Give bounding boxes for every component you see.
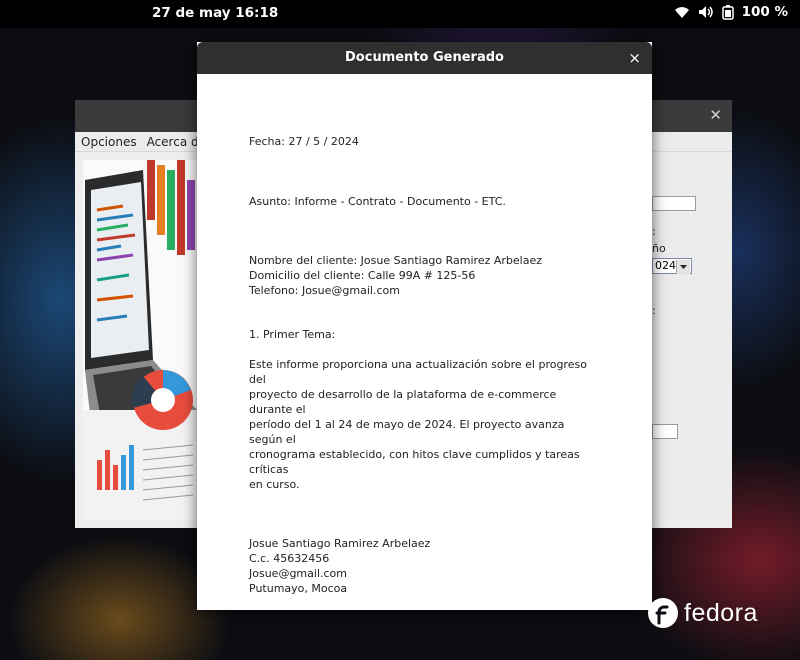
menu-opciones[interactable]: Opciones xyxy=(81,135,137,149)
system-tray[interactable]: 100 % xyxy=(674,4,788,20)
document-body: Fecha: 27 / 5 / 2024 Asunto: Informe - C… xyxy=(249,134,589,596)
signature-block: Josue Santiago Ramirez Arbelaez C.c. 456… xyxy=(249,537,431,595)
form-label: : xyxy=(652,304,656,317)
body-text: Este informe proporciona una actualizaci… xyxy=(249,358,587,491)
form-label: ño xyxy=(652,242,666,255)
year-combo-value: 024 xyxy=(655,259,676,272)
dialog-titlebar[interactable]: Documento Generado × xyxy=(197,42,652,74)
client-block: Nombre del cliente: Josue Santiago Ramir… xyxy=(249,254,543,297)
form-field[interactable] xyxy=(652,424,678,439)
date-line: Fecha: 27 / 5 / 2024 xyxy=(249,135,359,148)
form-field[interactable] xyxy=(652,196,696,211)
close-icon[interactable]: × xyxy=(628,49,641,67)
document-dialog: Documento Generado × Fecha: 27 / 5 / 202… xyxy=(197,42,652,610)
section-title: 1. Primer Tema: xyxy=(249,328,336,341)
wifi-icon[interactable] xyxy=(674,5,690,19)
form-panel: : ño 024 : xyxy=(652,152,732,522)
background-window-close-icon[interactable]: ✕ xyxy=(709,106,722,124)
battery-icon[interactable] xyxy=(721,4,734,20)
fedora-icon xyxy=(648,598,678,628)
year-combo[interactable]: 024 xyxy=(652,258,692,274)
clock[interactable]: 27 de may 16:18 xyxy=(152,5,278,21)
top-bar: 27 de may 16:18 100 % xyxy=(0,0,800,28)
dialog-title: Documento Generado xyxy=(345,50,504,65)
battery-percentage: 100 % xyxy=(741,4,788,20)
fedora-logo: fedora xyxy=(648,598,758,628)
chevron-down-icon[interactable] xyxy=(676,260,690,274)
report-illustration xyxy=(83,160,197,520)
brand-name: fedora xyxy=(684,598,758,627)
subject-line: Asunto: Informe - Contrato - Documento -… xyxy=(249,195,506,208)
volume-icon[interactable] xyxy=(698,5,714,19)
form-label: : xyxy=(652,225,656,238)
